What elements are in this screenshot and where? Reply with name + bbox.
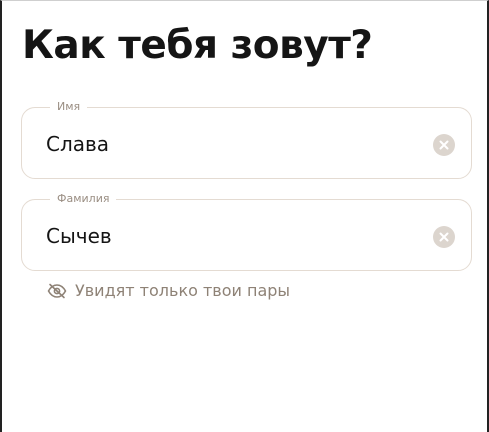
last-name-field[interactable]: Фамилия xyxy=(21,192,472,271)
page-title: Как тебя зовут? xyxy=(22,23,373,68)
clear-last-name-button[interactable] xyxy=(433,226,455,248)
name-screen: Как тебя зовут? Имя Фамилия Увидят тольк… xyxy=(0,0,489,432)
privacy-hint: Увидят только твои пары xyxy=(47,281,290,300)
clear-circle-icon xyxy=(439,140,449,150)
clear-first-name-button[interactable] xyxy=(433,134,455,156)
first-name-field[interactable]: Имя xyxy=(21,100,472,179)
eye-off-icon xyxy=(47,283,67,299)
last-name-label: Фамилия xyxy=(50,192,117,206)
last-name-input[interactable] xyxy=(46,222,406,250)
clear-circle-icon xyxy=(439,232,449,242)
first-name-input[interactable] xyxy=(46,130,406,158)
hint-text: Увидят только твои пары xyxy=(75,281,291,300)
first-name-label: Имя xyxy=(50,100,88,114)
